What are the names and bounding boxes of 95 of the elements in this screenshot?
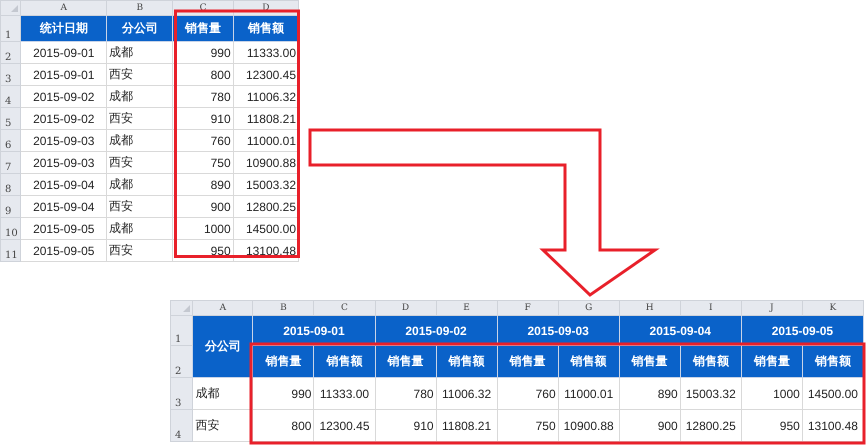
column-header: C xyxy=(314,300,375,316)
table-cell: 2015-09-04 xyxy=(20,174,107,196)
column-header: B xyxy=(106,0,173,16)
row-header: 2 xyxy=(0,42,21,64)
table-cell: 西安 xyxy=(106,64,173,86)
header-cell: 销售量 xyxy=(619,346,680,378)
table-cell: 760 xyxy=(172,130,234,152)
table-cell: 2015-09-03 xyxy=(20,130,107,152)
table-cell: 成都 xyxy=(192,378,253,410)
table-cell: 990 xyxy=(252,378,314,410)
column-header: J xyxy=(741,300,802,316)
table-cell: 西安 xyxy=(106,108,173,130)
column-header: I xyxy=(680,300,742,316)
row-header: 4 xyxy=(170,410,193,442)
table-cell: 1000 xyxy=(172,218,234,240)
table-cell: 2015-09-02 xyxy=(20,86,107,108)
header-cell: 销售量 xyxy=(497,346,558,378)
table-cell: 11006.32 xyxy=(436,378,498,410)
row-header: 9 xyxy=(0,196,21,218)
column-header: H xyxy=(619,300,680,316)
column-header: D xyxy=(375,300,436,316)
column-header: F xyxy=(497,300,558,316)
row-header: 3 xyxy=(170,378,193,410)
header-cell: 销售量 xyxy=(172,16,234,42)
row-header: 1 xyxy=(0,16,21,42)
header-cell: 销售量 xyxy=(741,346,802,378)
select-all-icon xyxy=(11,5,18,12)
table-cell: 成都 xyxy=(106,218,173,240)
table-cell: 750 xyxy=(497,410,558,442)
column-header: B xyxy=(252,300,314,316)
table-cell: 750 xyxy=(172,152,234,174)
table-cell: 10900.88 xyxy=(558,410,620,442)
table-cell: 11000.01 xyxy=(558,378,620,410)
table-cell: 910 xyxy=(375,410,436,442)
header-cell: 销售额 xyxy=(233,16,298,42)
table-cell: 2015-09-02 xyxy=(20,108,107,130)
row-header: 8 xyxy=(0,174,21,196)
row-header: 11 xyxy=(0,240,21,262)
row-header: 3 xyxy=(0,64,21,86)
header-cell: 销售量 xyxy=(252,346,314,378)
row-header: 1 xyxy=(170,316,193,346)
row-header: 10 xyxy=(0,218,21,240)
table-cell: 800 xyxy=(252,410,314,442)
table-cell: 12300.45 xyxy=(314,410,375,442)
header-cell: 销售量 xyxy=(375,346,436,378)
header-cell: 销售额 xyxy=(802,346,864,378)
table-cell: 成都 xyxy=(106,86,173,108)
table-cell: 890 xyxy=(172,174,234,196)
table-cell: 成都 xyxy=(106,42,173,64)
header-cell: 销售额 xyxy=(436,346,498,378)
table-cell: 780 xyxy=(375,378,436,410)
table-cell: 12800.25 xyxy=(680,410,742,442)
table-cell: 950 xyxy=(172,240,234,262)
column-header: A xyxy=(192,300,253,316)
table-cell: 950 xyxy=(741,410,802,442)
header-cell: 销售额 xyxy=(314,346,375,378)
row-header: 6 xyxy=(0,130,21,152)
table-cell: 800 xyxy=(172,64,234,86)
table-cell: 2015-09-01 xyxy=(20,42,107,64)
row-header: 5 xyxy=(0,108,21,130)
column-header: K xyxy=(802,300,864,316)
table-cell: 990 xyxy=(172,42,234,64)
header-cell: 销售额 xyxy=(680,346,742,378)
table-cell: 910 xyxy=(172,108,234,130)
select-all-icon xyxy=(183,305,190,312)
table-cell: 2015-09-01 xyxy=(20,64,107,86)
row-header: 7 xyxy=(0,152,21,174)
table-cell: 890 xyxy=(619,378,680,410)
table-cell: 西安 xyxy=(192,410,253,442)
header-cell: 销售额 xyxy=(558,346,620,378)
column-header: A xyxy=(20,0,107,16)
table-cell: 2015-09-05 xyxy=(20,218,107,240)
column-header: G xyxy=(558,300,620,316)
row-header: 4 xyxy=(0,86,21,108)
table-cell: 900 xyxy=(619,410,680,442)
table-cell: 15003.32 xyxy=(680,378,742,410)
header-cell: 分公司 xyxy=(106,16,173,42)
table-cell: 西安 xyxy=(106,152,173,174)
table-cell: 900 xyxy=(172,196,234,218)
table-cell: 2015-09-05 xyxy=(20,240,107,262)
table-cell: 2015-09-04 xyxy=(20,196,107,218)
table-cell: 西安 xyxy=(106,196,173,218)
column-header: E xyxy=(436,300,498,316)
table-cell: 成都 xyxy=(106,130,173,152)
row-header: 2 xyxy=(170,346,193,378)
header-cell: 统计日期 xyxy=(20,16,107,42)
table-cell: 760 xyxy=(497,378,558,410)
table-cell: 11808.21 xyxy=(436,410,498,442)
table-cell: 成都 xyxy=(106,174,173,196)
table-cell: 西安 xyxy=(106,240,173,262)
table-cell: 2015-09-03 xyxy=(20,152,107,174)
table-cell: 1000 xyxy=(741,378,802,410)
table-cell: 11333.00 xyxy=(314,378,375,410)
table-cell: 780 xyxy=(172,86,234,108)
header-cell: 分公司 xyxy=(192,316,253,378)
